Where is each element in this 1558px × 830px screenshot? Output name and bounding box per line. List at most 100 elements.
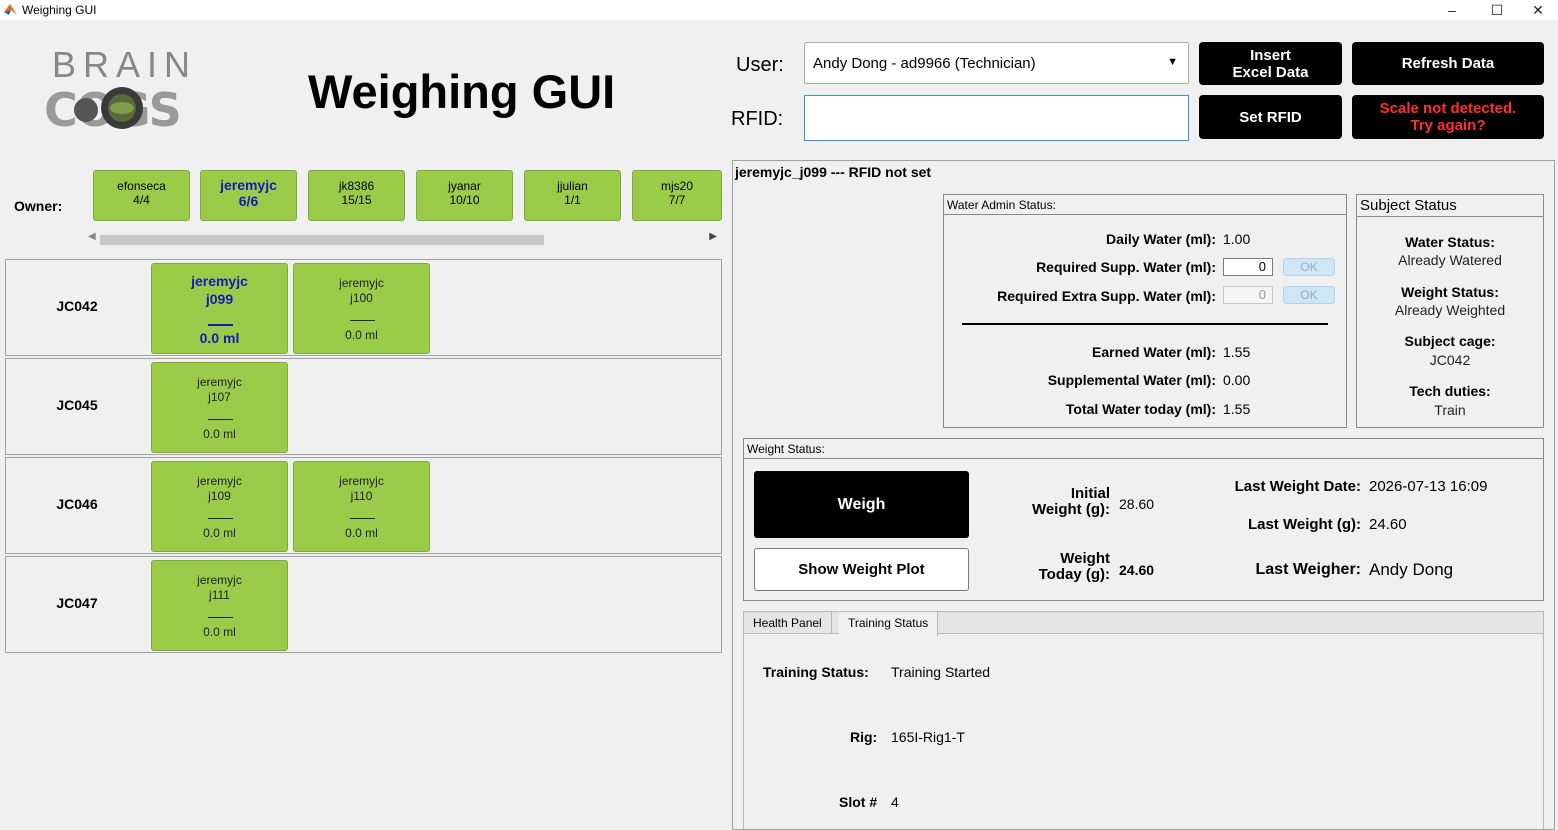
subject-water: 0.0 ml [345, 328, 378, 342]
subject-water: 0.0 ml [345, 526, 378, 540]
info-tabstrip: Health Panel Training Status [743, 611, 1544, 636]
owner-count: 1/1 [564, 193, 581, 207]
tech-duties-value: Train [1434, 402, 1466, 418]
owner-name: mjs20 [660, 179, 693, 193]
daily-water-value: 1.00 [1223, 231, 1251, 247]
rfid-label: RFID: [731, 108, 784, 130]
req-supp-ok-button[interactable]: OK [1283, 258, 1335, 276]
tab-health-panel[interactable]: Health Panel [744, 612, 832, 634]
req-extra-ok-button[interactable]: OK [1283, 286, 1335, 304]
scroll-right-icon[interactable]: ▶ [709, 231, 717, 242]
rfid-input[interactable] [804, 95, 1189, 141]
show-weight-plot-button[interactable]: Show Weight Plot [754, 548, 969, 591]
subject-divider [208, 617, 233, 618]
cage-label: JC046 [56, 496, 98, 512]
scrollbar-thumb[interactable] [100, 235, 544, 245]
last-weight-date-value: 2026-07-13 16:09 [1369, 478, 1488, 495]
maximize-icon[interactable]: ☐ [1477, 0, 1517, 20]
water-status-label: Water Status: [1405, 234, 1495, 250]
scale-status-button[interactable]: Scale not detected. Try again? [1352, 95, 1544, 139]
subject-button-j110[interactable]: jeremyjc j110 0.0 ml [293, 461, 430, 552]
cage-label: JC042 [56, 298, 98, 314]
owner-name: efonseca [117, 179, 166, 193]
subject-button-j099[interactable]: jeremyjc j099 0.0 ml [151, 263, 288, 354]
user-selected-value: Andy Dong - ad9966 (Technician) [813, 54, 1036, 72]
subject-id: j099 [205, 291, 234, 307]
tech-duties-label: Tech duties: [1409, 383, 1491, 399]
rig-label: Rig: [850, 729, 878, 745]
set-rfid-button[interactable]: Set RFID [1199, 95, 1342, 139]
subject-owner: jeremyjc [339, 276, 384, 290]
window-title: Weighing GUI [22, 3, 97, 17]
subject-owner: jeremyjc [191, 273, 248, 289]
cage-row-jc046: JC046 jeremyjc j109 0.0 ml jeremyjc j110… [5, 457, 722, 554]
total-water-value: 1.55 [1223, 401, 1251, 417]
subject-divider [350, 518, 375, 519]
req-supp-input[interactable]: 0 [1223, 258, 1273, 276]
owner-tab-efonseca[interactable]: efonseca 4/4 [93, 170, 190, 221]
minimize-icon[interactable]: – [1432, 0, 1472, 20]
supplemental-water-value: 0.00 [1223, 372, 1251, 388]
subject-status-groupbox: Subject Status Water Status: Already Wat… [1356, 194, 1544, 428]
subject-divider [350, 320, 375, 321]
slot-label: Slot # [839, 794, 878, 810]
subject-id: j111 [209, 588, 230, 602]
subject-owner: jeremyjc [197, 573, 242, 587]
subject-water: 0.0 ml [203, 625, 236, 639]
owner-horizontal-scrollbar[interactable]: ◀ ▶ [86, 231, 719, 247]
earned-water-label: Earned Water (ml): [1092, 344, 1216, 360]
daily-water-label: Daily Water (ml): [1106, 231, 1216, 247]
owner-tab-jeremyjc[interactable]: jeremyjc 6/6 [200, 170, 297, 221]
refresh-data-button[interactable]: Refresh Data [1352, 42, 1544, 85]
owner-count: 4/4 [133, 193, 150, 207]
training-status-value: Training Started [891, 664, 991, 680]
cage-row-jc047: JC047 jeremyjc j111 0.0 ml [5, 556, 722, 653]
scroll-left-icon[interactable]: ◀ [88, 231, 96, 242]
water-divider [962, 323, 1328, 325]
app-title: Weighing GUI [308, 65, 616, 118]
last-weight-value: 24.60 [1369, 516, 1407, 533]
panel-header: jeremyjc_j099 --- RFID not set [735, 164, 932, 180]
subject-divider [208, 518, 233, 519]
water-admin-title: Water Admin Status: [944, 195, 1346, 215]
weight-status-value: Already Weighted [1394, 302, 1506, 318]
initial-weight-value: 28.60 [1119, 496, 1155, 512]
water-status-value: Already Watered [1398, 252, 1502, 268]
subject-water: 0.0 ml [203, 526, 236, 540]
subject-button-j109[interactable]: jeremyjc j109 0.0 ml [151, 461, 288, 552]
req-extra-label: Required Extra Supp. Water (ml): [997, 288, 1216, 304]
owner-tab-jk8386[interactable]: jk8386 15/15 [308, 170, 405, 221]
subject-button-j100[interactable]: jeremyjc j100 0.0 ml [293, 263, 430, 354]
insert-excel-button[interactable]: Insert Excel Data [1199, 42, 1342, 85]
weigh-button[interactable]: Weigh [754, 471, 969, 538]
subject-owner: jeremyjc [339, 474, 384, 488]
total-water-label: Total Water today (ml): [1065, 401, 1216, 417]
close-icon[interactable]: ✕ [1518, 0, 1558, 20]
owner-tab-jyanar[interactable]: jyanar 10/10 [416, 170, 513, 221]
subject-owner: jeremyjc [197, 375, 242, 389]
weight-status-label: Weight Status: [1401, 284, 1499, 300]
subject-divider [208, 419, 233, 420]
owner-tab-jjulian[interactable]: jjulian 1/1 [524, 170, 621, 221]
subject-button-j107[interactable]: jeremyjc j107 0.0 ml [151, 362, 288, 453]
user-dropdown[interactable]: Andy Dong - ad9966 (Technician) ▼ [804, 42, 1189, 84]
subject-id: j109 [208, 489, 231, 503]
owner-tab-mjs20[interactable]: mjs20 7/7 [632, 170, 722, 221]
owner-name: jk8386 [338, 179, 375, 193]
brain-cogs-logo: BRAIN COGS [44, 44, 204, 134]
water-admin-groupbox: Water Admin Status: Daily Water (ml): 1.… [943, 194, 1347, 428]
owner-name: jjulian [557, 179, 588, 193]
weight-status-groupbox: Weight Status: Weigh Show Weight Plot In… [743, 438, 1544, 601]
subject-cage-value: JC042 [1429, 352, 1471, 368]
owner-name: jeremyjc [220, 177, 277, 193]
supplemental-water-label: Supplemental Water (ml): [1047, 372, 1216, 388]
owner-count: 10/10 [449, 193, 480, 207]
cage-row-jc042: JC042 jeremyjc j099 0.0 ml jeremyjc j100… [5, 259, 722, 356]
training-status-label: Training Status: [763, 664, 869, 680]
subject-button-j111[interactable]: jeremyjc j111 0.0 ml [151, 560, 288, 651]
subject-water: 0.0 ml [199, 330, 240, 346]
cogs-logo-icon: COGS [44, 84, 182, 132]
weight-today-label: Weight Today (g): [1038, 550, 1110, 583]
cage-label: JC045 [56, 397, 98, 413]
req-extra-input[interactable]: 0 [1223, 286, 1273, 304]
